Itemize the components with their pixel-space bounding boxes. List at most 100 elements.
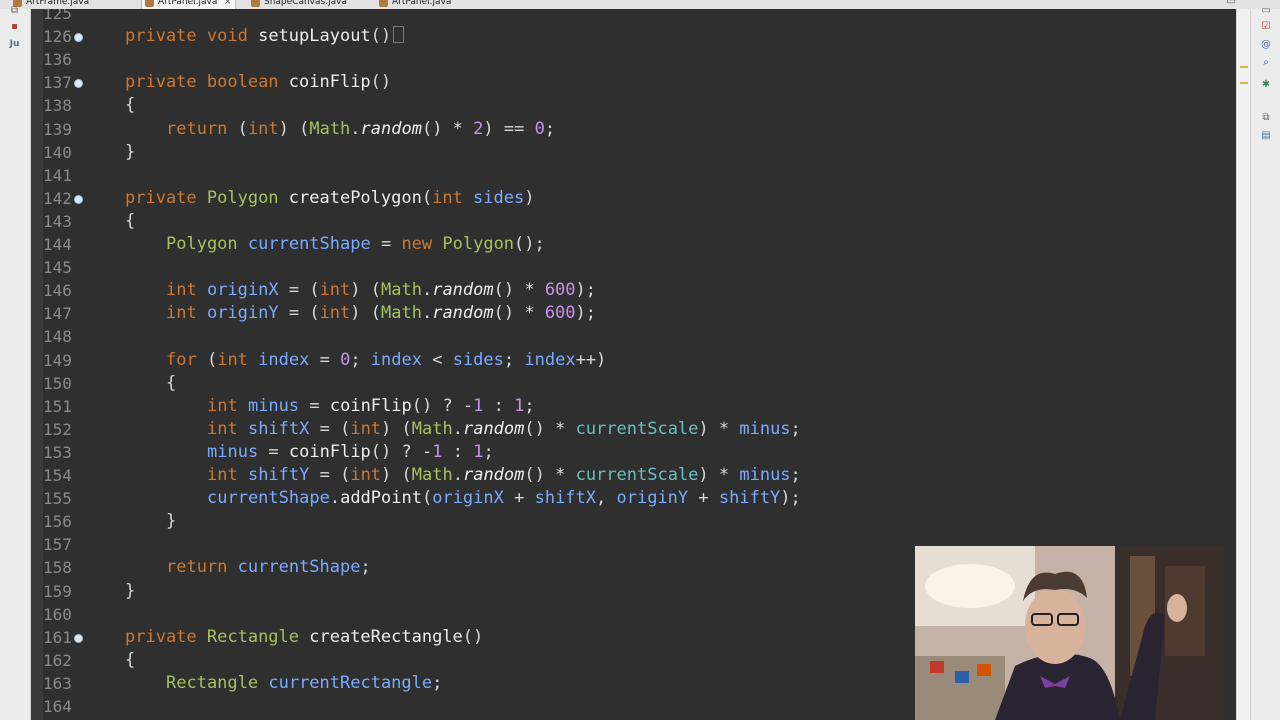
code-token: ) * [698, 465, 740, 485]
code-line[interactable]: 137 private boolean coinFlip() [31, 71, 1236, 94]
code-line[interactable]: 154 int shiftY = (int) (Math.random() * c… [31, 464, 1236, 487]
code-line[interactable]: 141 [31, 164, 1236, 187]
minimize-icon[interactable]: ▭ [1260, 5, 1272, 17]
code-line[interactable]: 153 minus = coinFlip() ? -1 : 1; [31, 441, 1236, 464]
editor-tab[interactable]: ArtPanel.java [376, 0, 451, 9]
code-line[interactable]: 125 [31, 9, 1236, 25]
code-line[interactable]: 144 Polygon currentShape = new Polygon(); [31, 233, 1236, 256]
code-line[interactable]: 146 int originX = (int) (Math.random() * … [31, 279, 1236, 302]
line-number: 154 [43, 466, 72, 485]
code-token: Math [381, 280, 422, 301]
code-line[interactable]: 145 [31, 256, 1236, 279]
close-icon[interactable]: × [224, 0, 232, 9]
console-icon[interactable]: ▤ [1260, 130, 1272, 142]
code-line[interactable]: 139 return (int) (Math.random() * 2) == 0… [31, 118, 1236, 141]
code-token: originX [432, 488, 504, 509]
code-token: int [207, 395, 248, 416]
line-number: 148 [43, 327, 72, 347]
java-file-icon [145, 0, 154, 7]
editor-tab[interactable]: ArtFrame.java [10, 0, 89, 9]
code-token: index [524, 349, 576, 370]
code-token: int [166, 280, 207, 301]
overview-ruler[interactable] [1236, 9, 1251, 720]
code-token: () * [524, 418, 576, 439]
code-line[interactable]: 150 { [31, 372, 1236, 395]
code-line[interactable]: 126 private void setupLayout() [31, 25, 1236, 48]
code-token: ) ( [381, 465, 412, 485]
code-token: + [503, 488, 535, 509]
overview-marker[interactable] [1240, 82, 1248, 84]
code-token: () ? - [370, 441, 433, 462]
code-token: ++) [575, 349, 607, 370]
code-token: . [421, 303, 433, 324]
junit-icon[interactable]: Ju [9, 39, 20, 50]
code-text: int minus = coinFlip() ? -1 : 1; [207, 395, 535, 418]
code-token: Math [309, 118, 351, 139]
line-number: 139 [43, 119, 72, 139]
code-token: ) ( [278, 118, 310, 139]
code-token: : [483, 395, 515, 416]
code-token: () [370, 26, 392, 47]
code-line[interactable]: 143 { [31, 210, 1236, 233]
at-icon[interactable]: @ [1260, 39, 1272, 51]
line-number: 149 [43, 350, 72, 370]
code-token: random [462, 465, 525, 485]
code-text: for (int index = 0; index < sides; index… [166, 349, 606, 372]
line-number: 138 [43, 96, 72, 116]
code-token: sides [473, 187, 525, 208]
code-token: int [350, 418, 382, 439]
code-line[interactable]: 152 int shiftX = (int) (Math.random() * c… [31, 418, 1236, 441]
code-line[interactable]: 149 for (int index = 0; index < sides; in… [31, 349, 1236, 372]
editor-tab-label: ShapeCanvas.java [264, 0, 347, 7]
line-number: 141 [43, 165, 72, 185]
code-line[interactable]: 148 [31, 325, 1236, 348]
editor-tab[interactable]: ShapeCanvas.java [248, 0, 347, 9]
line-number: 144 [43, 235, 72, 254]
code-line[interactable]: 156} [31, 510, 1236, 533]
package-icon[interactable]: ▪ [9, 21, 20, 32]
code-line[interactable]: 140} [31, 141, 1236, 164]
overview-marker[interactable] [1240, 66, 1248, 68]
code-token: shiftX [534, 488, 597, 509]
code-line[interactable]: 136 [31, 48, 1236, 71]
code-token: = [299, 395, 330, 416]
code-token: int [166, 303, 207, 324]
debug-icon[interactable]: ✱ [1260, 79, 1272, 91]
code-token: 600 [544, 303, 576, 324]
minimize-icon[interactable]: ▭ [1227, 0, 1236, 7]
line-number: 163 [43, 673, 72, 693]
code-token: boolean [206, 72, 289, 93]
code-line[interactable]: 151 int minus = coinFlip() ? -1 : 1; [31, 395, 1236, 418]
fold-toggle-icon[interactable] [74, 633, 83, 643]
code-line[interactable]: 147 int originY = (int) (Math.random() * … [31, 302, 1236, 325]
code-token: ; [524, 395, 535, 416]
editor-tab[interactable]: ArtPanel.java × [141, 0, 237, 9]
code-token: } [166, 511, 177, 532]
task-icon[interactable]: ☑ [1260, 21, 1272, 33]
code-token: + [688, 488, 719, 509]
code-text: currentShape.addPoint(originX + shiftX, … [207, 487, 801, 510]
fold-toggle-icon[interactable] [74, 194, 83, 204]
code-token: index [258, 349, 310, 370]
code-token: . [350, 118, 361, 139]
code-token: ) ( [381, 418, 412, 439]
restore-icon[interactable]: ⧉ [1260, 112, 1272, 124]
code-token: random [432, 280, 494, 301]
line-number: 146 [43, 281, 72, 301]
code-token: = [370, 234, 402, 254]
restore-icon[interactable]: ⧉ [9, 5, 20, 16]
code-token: { [166, 372, 177, 393]
folded-region-icon[interactable] [393, 26, 405, 44]
code-token: minus [739, 465, 791, 485]
code-text: { [125, 210, 135, 233]
search-icon[interactable]: ⌕ [1260, 57, 1272, 69]
code-line[interactable]: 142 private Polygon createPolygon(int sid… [31, 187, 1236, 210]
code-line[interactable]: 155 currentShape.addPoint(originX + shift… [31, 487, 1236, 510]
code-token: int [319, 280, 351, 301]
code-token: ( [237, 118, 248, 139]
presenter-video-icon [915, 546, 1224, 720]
code-token: { [125, 649, 136, 670]
code-token: setupLayout [258, 26, 371, 47]
code-line[interactable]: 138 { [31, 94, 1236, 117]
line-number: 164 [43, 697, 72, 716]
